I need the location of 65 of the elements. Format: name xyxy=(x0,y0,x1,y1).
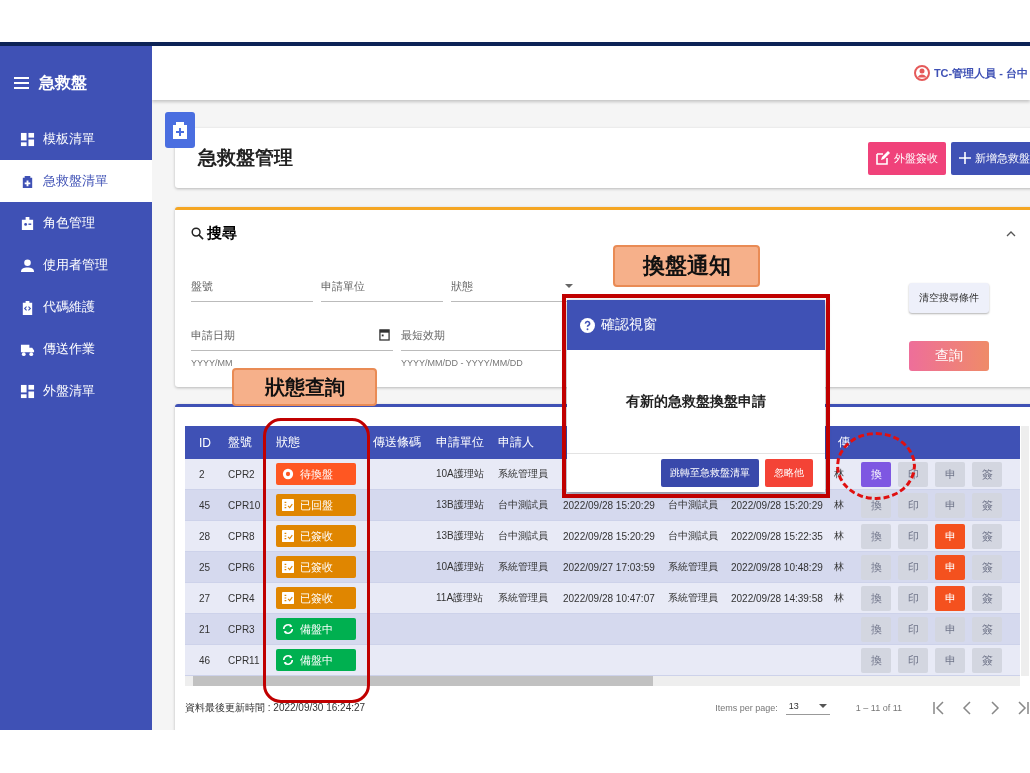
dialog-title: 確認視窗 xyxy=(601,316,657,334)
table-cell-text: 45 xyxy=(198,499,212,511)
status-tag: 已簽收 xyxy=(276,587,356,609)
page-range: 1 – 11 of 11 xyxy=(855,703,902,713)
table-cell-text: 2022/09/28 15:20:29 xyxy=(562,530,656,542)
table-cell-text: 2 xyxy=(198,468,206,480)
callout-label: 狀態查詢 xyxy=(232,368,377,406)
table-cell-text: CPR6 xyxy=(227,561,256,573)
table-cell-text: 台中測試員 xyxy=(497,529,549,543)
table-cell-text: 台中測試員 xyxy=(667,498,719,512)
table-cell-text: 林 xyxy=(833,498,845,512)
status-tag: 已簽收 xyxy=(276,525,356,547)
table-cell-text: 10A護理站 xyxy=(435,560,485,574)
table-cell-text: CPR3 xyxy=(227,623,256,635)
table-cell-text: 25 xyxy=(198,561,212,573)
table-cell-text: 28 xyxy=(198,530,212,542)
column-header: ID xyxy=(198,435,212,450)
callout-label: 換盤通知 xyxy=(613,245,760,287)
table-cell-text: 台中測試員 xyxy=(667,529,719,543)
date-format-hint: YYYY/MM xyxy=(191,358,234,368)
status-tag: 備盤中 xyxy=(276,649,356,671)
items-per-page-label: Items per page: xyxy=(715,703,778,713)
status-tag: 備盤中 xyxy=(276,618,356,640)
date-format-hint: YYYY/MM/DD - YYYY/MM/DD xyxy=(401,358,524,368)
table-cell-text: 系統管理員 xyxy=(667,591,719,605)
column-header: 申請單位 xyxy=(435,434,485,451)
column-header: 傳送條碼 xyxy=(372,434,422,451)
table-cell-text: 林 xyxy=(833,560,845,574)
table-cell-text: 11A護理站 xyxy=(435,591,485,605)
table-cell-text: 林 xyxy=(833,529,845,543)
page-title: 急救盤管理 xyxy=(198,146,294,170)
table-cell-text: CPR2 xyxy=(227,468,256,480)
table-cell-text: 2022/09/28 14:39:58 xyxy=(730,592,824,604)
table-cell-text: 2022/09/28 10:47:07 xyxy=(562,592,656,604)
table-cell-text: CPR4 xyxy=(227,592,256,604)
table-cell-text: 2022/09/28 15:22:35 xyxy=(730,530,824,542)
column-header: 申請人 xyxy=(497,434,535,451)
table-cell-text: 46 xyxy=(198,654,212,666)
column-header: 狀態 xyxy=(275,434,301,451)
table-cell-text: 27 xyxy=(198,592,212,604)
table-cell-text: CPR8 xyxy=(227,530,256,542)
status-tag: 待換盤 xyxy=(276,463,356,485)
table-cell-text: 系統管理員 xyxy=(497,560,549,574)
table-cell-text: 13B護理站 xyxy=(435,529,485,543)
table-cell-text: 21 xyxy=(198,623,212,635)
table-cell-text: 林 xyxy=(833,591,845,605)
table-cell-text: 2022/09/27 17:03:59 xyxy=(562,561,656,573)
status-tag: 已回盤 xyxy=(276,494,356,516)
last-updated-text: 資料最後更新時間 : 2022/09/30 16:24:27 xyxy=(185,701,366,715)
table-cell-text: 2022/09/28 10:48:29 xyxy=(730,561,824,573)
column-header: 盤號 xyxy=(227,434,253,451)
table-cell-text: 13B護理站 xyxy=(435,498,485,512)
table-cell-text: 系統管理員 xyxy=(497,467,549,481)
app-title: 急救盤 xyxy=(39,72,87,93)
table-cell-text: 10A護理站 xyxy=(435,467,485,481)
table-cell-text: CPR10 xyxy=(227,499,262,511)
table-cell-text: 台中測試員 xyxy=(497,498,549,512)
dialog-message: 有新的急救盤換盤申請 xyxy=(626,392,766,411)
table-cell-text: CPR11 xyxy=(227,654,261,666)
table-cell-text: 2022/09/28 15:20:29 xyxy=(562,499,656,511)
search-title: 搜尋 xyxy=(207,224,237,243)
table-cell-text: 系統管理員 xyxy=(497,591,549,605)
table-cell-text: 2022/09/28 15:20:29 xyxy=(730,499,824,511)
table-cell-text: 系統管理員 xyxy=(667,560,719,574)
status-tag: 已簽收 xyxy=(276,556,356,578)
